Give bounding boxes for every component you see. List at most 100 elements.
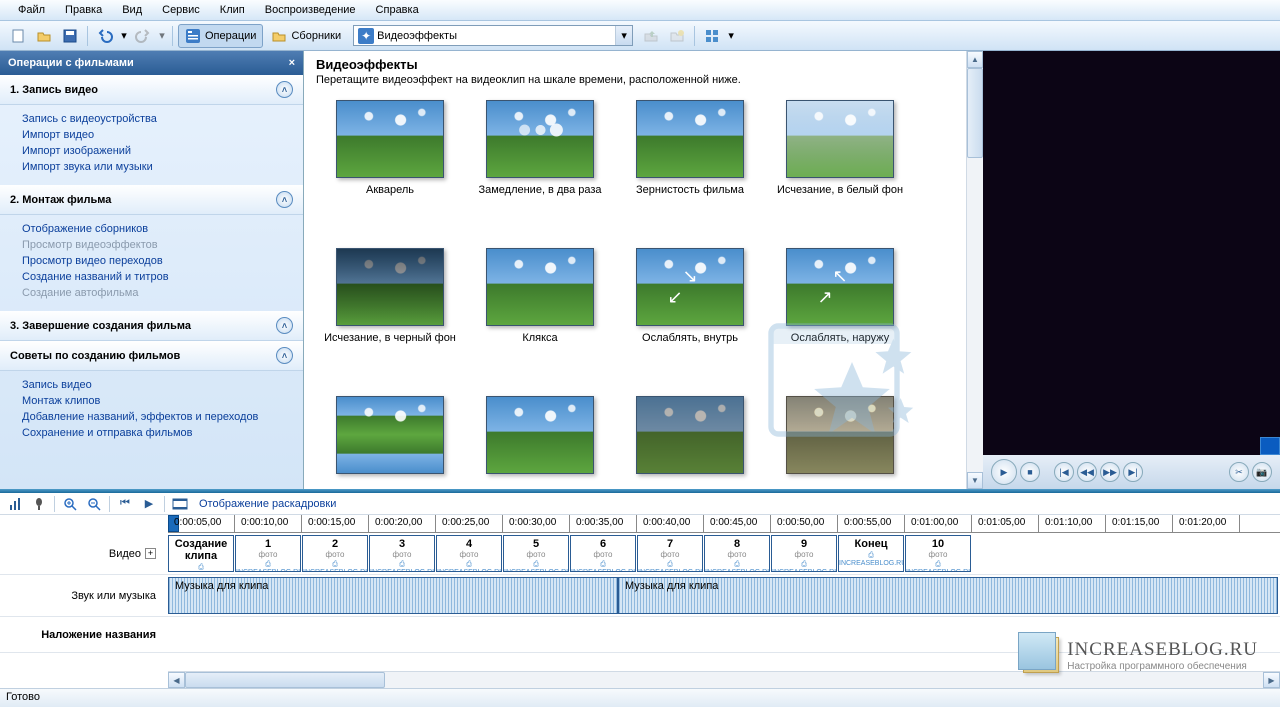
section-header[interactable]: 3. Завершение создания фильма˄ — [0, 311, 303, 341]
preview-video[interactable] — [983, 51, 1280, 455]
menu-файл[interactable]: Файл — [8, 1, 55, 19]
ruler-tick: 0:00:40,00 — [643, 517, 690, 528]
save-icon[interactable] — [58, 24, 82, 48]
horizontal-scrollbar[interactable]: ◀ ▶ — [168, 671, 1280, 688]
view-dropdown-icon[interactable]: ▾ — [726, 24, 736, 48]
task-link[interactable]: Запись с видеоустройства — [22, 111, 303, 127]
scroll-up-icon[interactable]: ▲ — [967, 51, 983, 68]
audio-track-content[interactable]: Музыка для клипа Музыка для клипа — [168, 575, 1280, 616]
effect-item[interactable]: Ослаблять, наружу — [770, 248, 910, 396]
rewind-timeline-icon[interactable]: ⏮ — [116, 495, 134, 513]
menu-правка[interactable]: Правка — [55, 1, 112, 19]
effect-item[interactable]: Исчезание, в черный фон — [320, 248, 460, 396]
prev-icon[interactable]: |◀ — [1054, 462, 1074, 482]
task-link[interactable]: Импорт изображений — [22, 143, 303, 159]
title-track-content[interactable] — [168, 617, 1280, 652]
new-icon[interactable] — [6, 24, 30, 48]
separator — [164, 496, 165, 512]
separator — [172, 26, 173, 46]
zoom-out-icon[interactable] — [85, 495, 103, 513]
menu-воспроизведение[interactable]: Воспроизведение — [255, 1, 366, 19]
scroll-right-icon[interactable]: ▶ — [1263, 672, 1280, 688]
task-link[interactable]: Отображение сборников — [22, 221, 303, 237]
audio-levels-icon[interactable] — [6, 495, 24, 513]
timeline-ruler[interactable]: 0:00:05,000:00:10,000:00:15,000:00:20,00… — [168, 515, 1280, 533]
forward-icon[interactable]: ▶▶ — [1100, 462, 1120, 482]
view-icon[interactable] — [700, 24, 724, 48]
video-clip[interactable]: Создание клипа⎙ INCREASEBLOG.RU — [168, 535, 234, 572]
separator — [109, 496, 110, 512]
menu-клип[interactable]: Клип — [210, 1, 255, 19]
chevron-up-icon[interactable]: ˄ — [276, 347, 293, 364]
zoom-in-icon[interactable] — [61, 495, 79, 513]
task-link[interactable]: Добавление названий, эффектов и переходо… — [22, 409, 303, 425]
section-header[interactable]: 2. Монтаж фильма˄ — [0, 185, 303, 215]
menu-bar: ФайлПравкаВидСервисКлипВоспроизведениеСп… — [0, 0, 1280, 21]
video-clip[interactable]: 7фото⎙ INCREASEBLOG.RU — [637, 535, 703, 572]
new-folder-icon[interactable] — [665, 24, 689, 48]
task-link[interactable]: Импорт звука или музыки — [22, 159, 303, 175]
video-clip[interactable]: 8фото⎙ INCREASEBLOG.RU — [704, 535, 770, 572]
hscroll-thumb[interactable] — [185, 672, 385, 688]
vertical-scrollbar[interactable]: ▲ ▼ — [966, 51, 983, 489]
effect-item[interactable]: Акварель — [320, 100, 460, 248]
location-dropdown[interactable]: ✦ Видеоэффекты ▾ — [353, 25, 633, 46]
up-level-icon[interactable] — [639, 24, 663, 48]
scroll-thumb[interactable] — [967, 68, 983, 158]
rewind-icon[interactable]: ◀◀ — [1077, 462, 1097, 482]
menu-справка[interactable]: Справка — [366, 1, 429, 19]
open-icon[interactable] — [32, 24, 56, 48]
video-clip[interactable]: 10фото⎙ INCREASEBLOG.RU — [905, 535, 971, 572]
collections-button[interactable]: Сборники — [265, 24, 347, 48]
chevron-up-icon[interactable]: ˄ — [276, 81, 293, 98]
effect-item[interactable]: Ослаблять, внутрь — [620, 248, 760, 396]
video-clip[interactable]: 4фото⎙ INCREASEBLOG.RU — [436, 535, 502, 572]
effect-item[interactable]: Замедление, в два раза — [470, 100, 610, 248]
chevron-down-icon[interactable]: ▾ — [615, 26, 632, 45]
video-clip[interactable]: 1фото⎙ INCREASEBLOG.RU — [235, 535, 301, 572]
scroll-left-icon[interactable]: ◀ — [168, 672, 185, 688]
task-link[interactable]: Импорт видео — [22, 127, 303, 143]
audio-clip[interactable]: Музыка для клипа — [168, 577, 618, 614]
tasks-button[interactable]: Операции — [178, 24, 263, 48]
video-clip[interactable]: 9фото⎙ INCREASEBLOG.RU — [771, 535, 837, 572]
play-icon[interactable]: ▶ — [991, 459, 1017, 485]
effect-item[interactable]: Исчезание, в белый фон — [770, 100, 910, 248]
effect-thumbnail — [486, 396, 594, 474]
task-link[interactable]: Запись видео — [22, 377, 303, 393]
chevron-up-icon[interactable]: ˄ — [276, 317, 293, 334]
effect-item[interactable]: Клякса — [470, 248, 610, 396]
menu-сервис[interactable]: Сервис — [152, 1, 210, 19]
video-clip[interactable]: Конец⎙ INCREASEBLOG.RU — [838, 535, 904, 572]
video-track-content[interactable]: Создание клипа⎙ INCREASEBLOG.RU1фото⎙ IN… — [168, 533, 1280, 574]
section-header[interactable]: 1. Запись видео˄ — [0, 75, 303, 105]
video-clip[interactable]: 5фото⎙ INCREASEBLOG.RU — [503, 535, 569, 572]
video-clip[interactable]: 2фото⎙ INCREASEBLOG.RU — [302, 535, 368, 572]
task-link[interactable]: Создание названий и титров — [22, 269, 303, 285]
video-clip[interactable]: 3фото⎙ INCREASEBLOG.RU — [369, 535, 435, 572]
storyboard-icon[interactable] — [171, 495, 189, 513]
snapshot-icon[interactable]: 📷 — [1252, 462, 1272, 482]
task-link[interactable]: Монтаж клипов — [22, 393, 303, 409]
play-timeline-icon[interactable]: ▶ — [140, 495, 158, 513]
undo-icon[interactable] — [93, 24, 117, 48]
redo-dropdown-icon[interactable]: ▾ — [157, 24, 167, 48]
task-link[interactable]: Сохранение и отправка фильмов — [22, 425, 303, 441]
undo-dropdown-icon[interactable]: ▾ — [119, 24, 129, 48]
scroll-down-icon[interactable]: ▼ — [967, 472, 983, 489]
next-icon[interactable]: ▶| — [1123, 462, 1143, 482]
task-link[interactable]: Просмотр видео переходов — [22, 253, 303, 269]
effect-item[interactable]: Зернистость фильма — [620, 100, 760, 248]
narrate-icon[interactable] — [30, 495, 48, 513]
menu-вид[interactable]: Вид — [112, 1, 152, 19]
chevron-up-icon[interactable]: ˄ — [276, 191, 293, 208]
ruler-tick: 0:00:10,00 — [241, 517, 288, 528]
section-header[interactable]: Советы по созданию фильмов˄ — [0, 341, 303, 371]
split-icon[interactable]: ✂ — [1229, 462, 1249, 482]
video-clip[interactable]: 6фото⎙ INCREASEBLOG.RU — [570, 535, 636, 572]
stop-icon[interactable]: ■ — [1020, 462, 1040, 482]
redo-icon[interactable] — [131, 24, 155, 48]
audio-clip[interactable]: Музыка для клипа — [618, 577, 1278, 614]
expand-icon[interactable]: + — [145, 548, 156, 559]
close-icon[interactable]: × — [289, 57, 295, 69]
